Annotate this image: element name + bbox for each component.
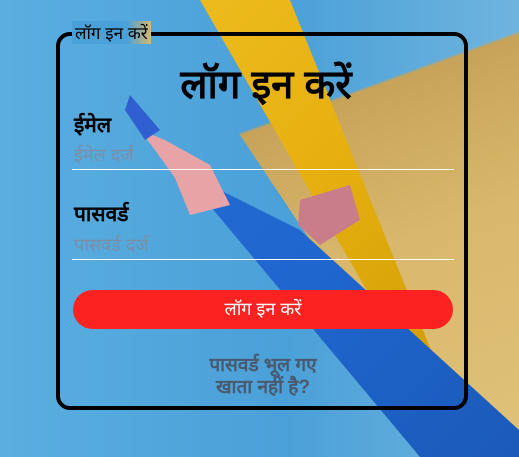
login-button[interactable]: लॉग इन करें	[73, 290, 453, 329]
email-label: ईमेल	[74, 114, 112, 137]
email-field[interactable]	[72, 142, 454, 170]
password-field[interactable]	[72, 232, 454, 260]
password-label: पासवर्ड	[74, 203, 129, 226]
fieldset-legend: लॉग इन करें	[72, 21, 151, 44]
page-title: लॉग इन करें	[180, 63, 352, 107]
signup-link[interactable]: खाता नहीं है?	[163, 373, 363, 399]
